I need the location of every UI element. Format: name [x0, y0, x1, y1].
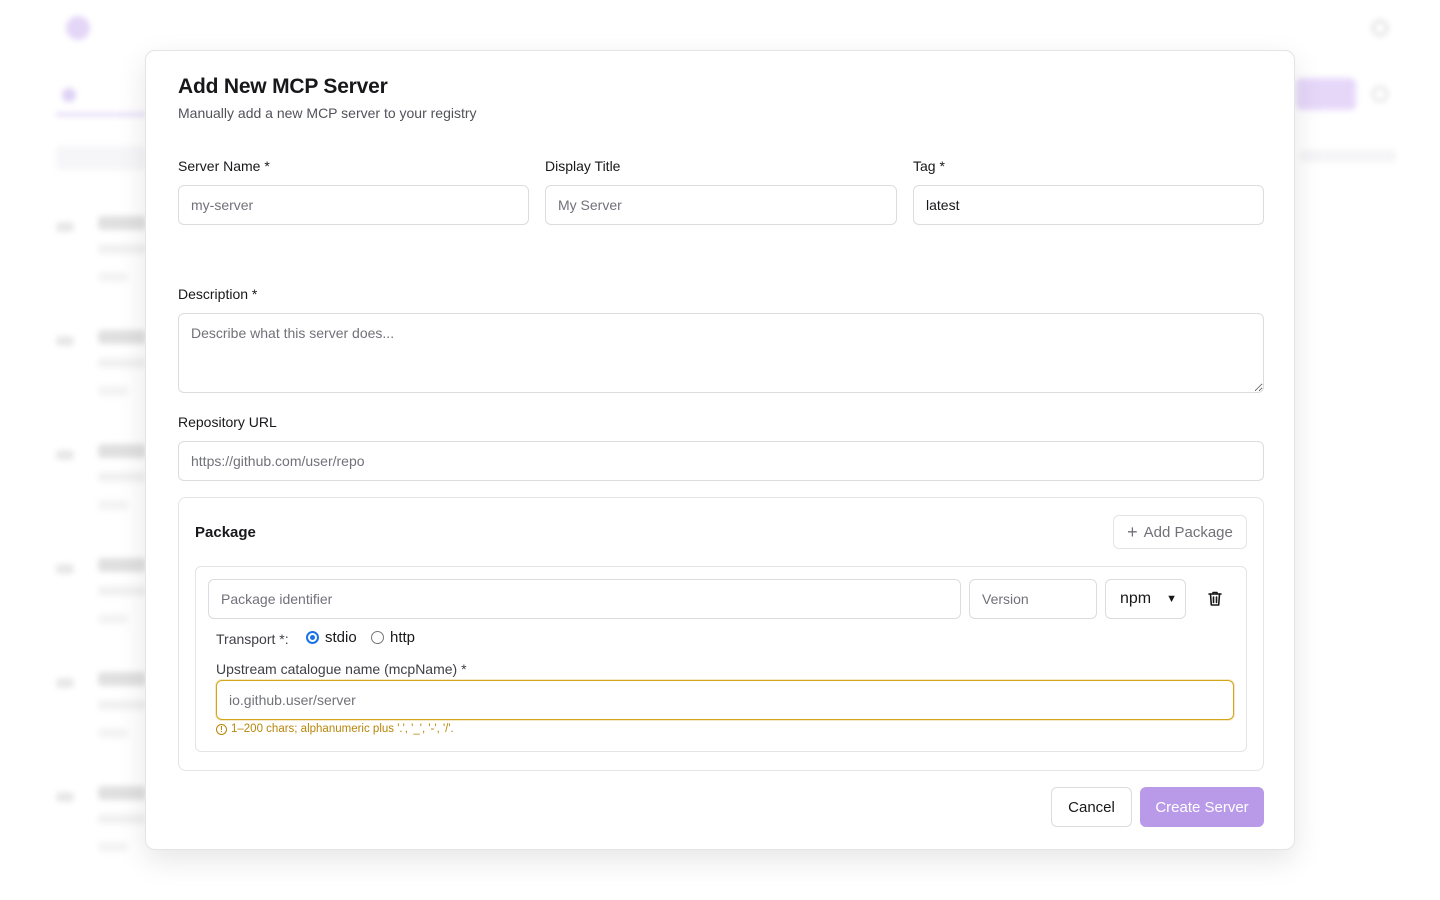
radio-unselected-icon[interactable] [371, 631, 384, 644]
repository-url-label: Repository URL [178, 414, 277, 430]
package-identifier-input[interactable] [208, 579, 961, 619]
description-label: Description * [178, 286, 258, 302]
delete-package-button[interactable] [1196, 579, 1234, 617]
filter-control [1300, 150, 1396, 162]
tab-icon [62, 88, 76, 102]
settings-icon [1372, 86, 1388, 102]
transport-option-stdio[interactable]: stdio [306, 629, 357, 646]
server-name-label: Server Name * [178, 158, 270, 174]
dialog-title: Add New MCP Server [178, 75, 388, 98]
mcp-name-hint-text: 1–200 chars; alphanumeric plus '.', '_',… [231, 723, 454, 735]
list-item [56, 216, 146, 296]
list-item [56, 444, 146, 524]
display-title-label: Display Title [545, 158, 621, 174]
mcp-name-label: Upstream catalogue name (mcpName) * [216, 661, 467, 677]
transport-option-label: http [390, 629, 416, 646]
server-name-input[interactable] [178, 185, 529, 225]
list-item [56, 672, 146, 752]
add-package-label: Add Package [1143, 523, 1233, 541]
package-section: Package + Add Package npm ▼ Transport *:… [178, 497, 1264, 771]
radio-selected-icon[interactable] [306, 631, 319, 644]
mcp-name-hint: ! 1–200 chars; alphanumeric plus '.', '_… [216, 723, 454, 735]
mcp-name-input[interactable] [216, 680, 1234, 720]
registry-type-value: npm [1120, 590, 1152, 607]
add-package-button[interactable]: + Add Package [1113, 515, 1247, 549]
info-circle-icon: ! [216, 723, 227, 735]
app-header [0, 0, 1440, 56]
repository-url-input[interactable] [178, 441, 1264, 481]
list-item [56, 786, 146, 866]
transport-label: Transport *: [216, 631, 289, 647]
tag-label: Tag * [913, 158, 945, 174]
primary-button [1296, 78, 1356, 110]
description-textarea[interactable] [178, 313, 1264, 393]
package-section-title: Package [195, 524, 256, 541]
trash-icon [1208, 591, 1222, 606]
app-logo [66, 16, 90, 40]
tag-input[interactable] [913, 185, 1264, 225]
registry-type-select[interactable]: npm ▼ [1105, 579, 1186, 619]
search-input [56, 146, 146, 170]
plus-icon: + [1127, 522, 1138, 542]
add-server-dialog: Add New MCP Server Manually add a new MC… [145, 50, 1295, 850]
transport-option-http[interactable]: http [371, 629, 415, 646]
cancel-button[interactable]: Cancel [1051, 787, 1132, 827]
transport-option-label: stdio [325, 629, 357, 646]
display-title-input[interactable] [545, 185, 897, 225]
dialog-subtitle: Manually add a new MCP server to your re… [178, 105, 477, 121]
list-item [56, 330, 146, 410]
package-entry: npm ▼ Transport *: stdio http Upstream c… [195, 566, 1247, 752]
create-server-button[interactable]: Create Server [1140, 787, 1264, 827]
list-item [56, 558, 146, 638]
package-version-input[interactable] [969, 579, 1097, 619]
chevron-down-icon: ▼ [1166, 593, 1177, 605]
user-icon [1372, 20, 1388, 36]
